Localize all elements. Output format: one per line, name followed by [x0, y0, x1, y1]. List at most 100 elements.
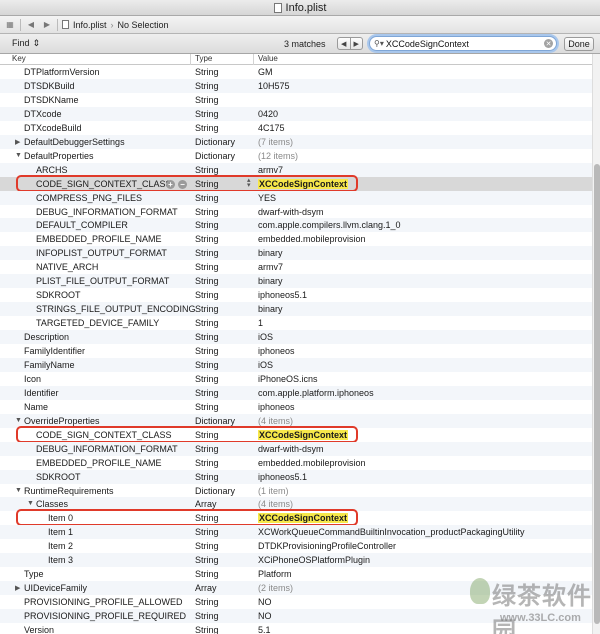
row-type[interactable]: String: [195, 318, 219, 328]
row-value[interactable]: binary: [258, 248, 283, 258]
previous-match-icon[interactable]: ◀: [338, 38, 351, 49]
row-type[interactable]: String: [195, 290, 219, 300]
row-value[interactable]: XCWorkQueueCommandBuiltinInvocation_prod…: [258, 527, 524, 537]
table-row[interactable]: ▼ RuntimeRequirements Dictionary (1 item): [0, 484, 592, 498]
row-value[interactable]: NO: [258, 611, 272, 621]
row-value[interactable]: YES: [258, 193, 276, 203]
row-key[interactable]: Identifier: [24, 388, 59, 398]
table-row[interactable]: DTXcodeBuild String 4C175: [0, 121, 592, 135]
row-value[interactable]: 4C175: [258, 123, 285, 133]
column-header-key[interactable]: Key: [12, 54, 26, 63]
row-key[interactable]: DTXcode: [24, 109, 62, 119]
back-arrow-icon[interactable]: ◀: [25, 19, 37, 31]
row-value[interactable]: iOS: [258, 360, 273, 370]
row-value[interactable]: (4 items): [258, 499, 293, 509]
row-type[interactable]: String: [195, 611, 219, 621]
row-type[interactable]: Array: [195, 499, 217, 509]
done-button[interactable]: Done: [564, 37, 594, 51]
row-value[interactable]: GM: [258, 67, 273, 77]
forward-arrow-icon[interactable]: ▶: [41, 19, 53, 31]
row-key[interactable]: DTPlatformVersion: [24, 67, 100, 77]
next-match-icon[interactable]: ▶: [351, 38, 363, 49]
row-type[interactable]: String: [195, 527, 219, 537]
disclosure-triangle-icon[interactable]: ▶: [15, 584, 20, 592]
row-type[interactable]: String: [195, 472, 219, 482]
row-key[interactable]: Icon: [24, 374, 41, 384]
row-key[interactable]: SDKROOT: [36, 290, 81, 300]
table-row[interactable]: DTSDKBuild String 10H575: [0, 78, 592, 93]
table-row[interactable]: Item 3 String XCiPhoneOSPlatformPlugin: [0, 553, 592, 568]
row-key[interactable]: FamilyIdentifier: [24, 346, 85, 356]
row-type[interactable]: Dictionary: [195, 137, 235, 147]
search-query[interactable]: XCCodeSignContext: [386, 39, 544, 49]
row-value[interactable]: binary: [258, 304, 283, 314]
row-type[interactable]: String: [195, 555, 219, 565]
search-icon[interactable]: ⚲▾: [374, 39, 384, 48]
row-value[interactable]: (4 items): [258, 416, 293, 426]
scrollbar-thumb[interactable]: [594, 164, 600, 624]
row-key[interactable]: ARCHS: [36, 165, 68, 175]
table-row[interactable]: FamilyIdentifier String iphoneos: [0, 344, 592, 358]
table-row[interactable]: Icon String iPhoneOS.icns: [0, 372, 592, 386]
table-row[interactable]: ▼ DefaultProperties Dictionary (12 items): [0, 149, 592, 163]
disclosure-triangle-icon[interactable]: ▼: [15, 152, 22, 159]
row-key[interactable]: UIDeviceFamily: [24, 583, 87, 593]
row-type[interactable]: String: [195, 276, 219, 286]
row-value[interactable]: NO: [258, 597, 272, 607]
row-key[interactable]: Type: [24, 569, 44, 579]
row-type[interactable]: String: [195, 109, 219, 119]
row-value[interactable]: com.apple.platform.iphoneos: [258, 388, 374, 398]
breadcrumb-selection[interactable]: No Selection: [118, 20, 169, 30]
row-key[interactable]: DEFAULT_COMPILER: [36, 220, 128, 230]
row-key[interactable]: Name: [24, 402, 48, 412]
row-type[interactable]: String: [195, 569, 219, 579]
table-row[interactable]: Item 1 String XCWorkQueueCommandBuiltinInv…: [0, 525, 592, 540]
row-key[interactable]: DEBUG_INFORMATION_FORMAT: [36, 444, 178, 454]
row-value[interactable]: XCiPhoneOSPlatformPlugin: [258, 555, 370, 565]
row-key[interactable]: Version: [24, 625, 54, 634]
row-type[interactable]: String: [195, 67, 219, 77]
row-key[interactable]: EMBEDDED_PROFILE_NAME: [36, 234, 162, 244]
row-type[interactable]: String: [195, 597, 219, 607]
table-row[interactable]: PLIST_FILE_OUTPUT_FORMAT String binary: [0, 274, 592, 289]
column-divider[interactable]: [253, 54, 254, 65]
search-input[interactable]: ⚲▾ XCCodeSignContext ✕: [369, 36, 557, 51]
row-value[interactable]: DTDKProvisioningProfileController: [258, 541, 396, 551]
row-key[interactable]: STRINGS_FILE_OUTPUT_ENCODING: [36, 304, 196, 314]
row-type[interactable]: String: [195, 625, 219, 634]
row-value[interactable]: dwarf-with-dsym: [258, 207, 324, 217]
row-value[interactable]: (12 items): [258, 151, 298, 161]
table-row[interactable]: COMPRESS_PNG_FILES String YES: [0, 190, 592, 205]
row-type[interactable]: String: [195, 193, 219, 203]
table-row[interactable]: TARGETED_DEVICE_FAMILY String 1: [0, 316, 592, 330]
row-type[interactable]: Dictionary: [195, 151, 235, 161]
clear-search-icon[interactable]: ✕: [544, 39, 553, 48]
row-key[interactable]: NATIVE_ARCH: [36, 262, 98, 272]
vertical-scrollbar[interactable]: [592, 54, 600, 634]
row-type[interactable]: String: [195, 388, 219, 398]
disclosure-triangle-icon[interactable]: ▼: [15, 417, 22, 424]
row-key[interactable]: RuntimeRequirements: [24, 486, 114, 496]
row-type[interactable]: String: [195, 346, 219, 356]
row-value[interactable]: binary: [258, 276, 283, 286]
row-key[interactable]: DTXcodeBuild: [24, 123, 82, 133]
row-value[interactable]: iphoneos: [258, 402, 295, 412]
table-row[interactable]: EMBEDDED_PROFILE_NAME String embedded.mobi…: [0, 456, 592, 470]
table-row[interactable]: Identifier String com.apple.platform.iphon…: [0, 385, 592, 400]
row-value[interactable]: com.apple.compilers.llvm.clang.1_0: [258, 220, 401, 230]
breadcrumb-file[interactable]: Info.plist: [73, 20, 107, 30]
row-key[interactable]: DTSDKBuild: [24, 81, 75, 91]
related-files-icon[interactable]: ▦: [4, 19, 16, 31]
row-type[interactable]: String: [195, 165, 219, 175]
row-type[interactable]: String: [195, 95, 219, 105]
row-type[interactable]: String: [195, 123, 219, 133]
row-value[interactable]: 5.1: [258, 625, 271, 634]
row-key[interactable]: PROVISIONING_PROFILE_REQUIRED: [24, 611, 186, 621]
row-type[interactable]: String: [195, 207, 219, 217]
row-key[interactable]: Item 1: [48, 527, 73, 537]
row-type[interactable]: String: [195, 262, 219, 272]
row-key[interactable]: Item 2: [48, 541, 73, 551]
row-type[interactable]: Array: [195, 583, 217, 593]
table-row[interactable]: Name String iphoneos: [0, 400, 592, 414]
row-type[interactable]: String: [195, 374, 219, 384]
